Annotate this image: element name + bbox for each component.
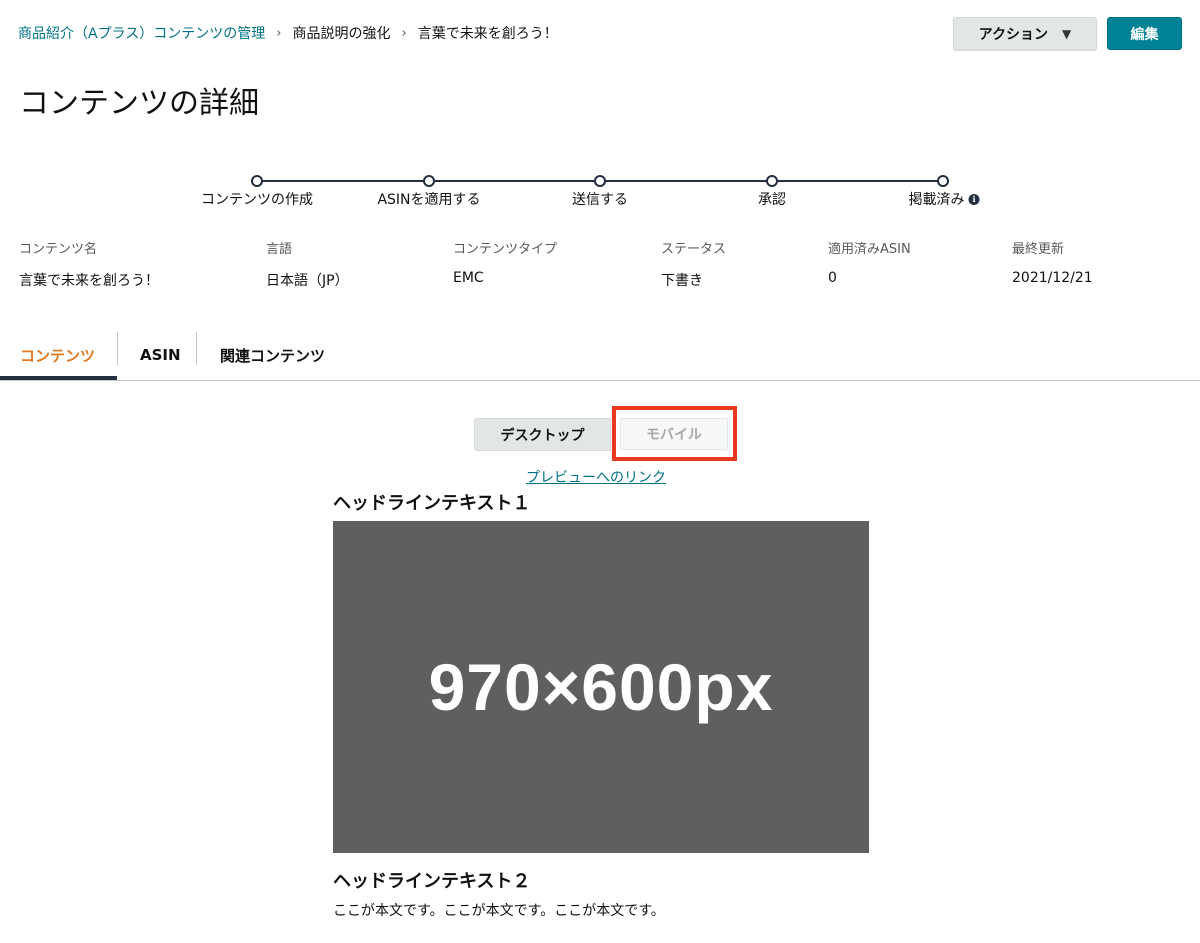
image-placeholder: 970×600px bbox=[333, 521, 869, 853]
breadcrumb: 商品紹介（Aプラス）コンテンツの管理 › 商品説明の強化 › 言葉で未来を創ろう… bbox=[18, 22, 558, 44]
desktop-view-button[interactable]: デスクトップ bbox=[474, 418, 611, 451]
step-label-published: 掲載済み i bbox=[909, 189, 980, 209]
info-icon[interactable]: i bbox=[968, 193, 980, 205]
breadcrumb-chevron-icon: › bbox=[276, 25, 282, 41]
step-dot-create bbox=[251, 175, 263, 187]
step-label-published-text: 掲載済み bbox=[908, 192, 965, 208]
meta-value-content-name: 言葉で未来を創ろう！ bbox=[19, 273, 159, 289]
step-dot-apply-asin bbox=[423, 175, 435, 187]
meta-label-last-updated: 最終更新 bbox=[1012, 242, 1065, 257]
step-label-submit: 送信する bbox=[572, 192, 628, 208]
headline-text-1: ヘッドラインテキスト１ bbox=[333, 493, 531, 514]
breadcrumb-item-enhanced-description: 商品説明の強化 bbox=[292, 26, 391, 42]
tab-asin[interactable]: ASIN bbox=[140, 332, 181, 380]
step-dot-published bbox=[937, 175, 949, 187]
image-placeholder-label: 970×600px bbox=[428, 650, 774, 724]
step-label-create: コンテンツの作成 bbox=[201, 192, 313, 208]
meta-value-language: 日本語（JP） bbox=[266, 273, 349, 289]
meta-value-applied-asin: 0 bbox=[828, 270, 837, 286]
breadcrumb-chevron-icon: › bbox=[401, 25, 407, 41]
step-dot-approve bbox=[766, 175, 778, 187]
preview-link[interactable]: プレビューへのリンク bbox=[526, 467, 666, 487]
page-title: コンテンツの詳細 bbox=[19, 86, 259, 121]
meta-label-content-type: コンテンツタイプ bbox=[453, 242, 558, 257]
meta-label-language: 言語 bbox=[266, 242, 293, 257]
tabs-border bbox=[0, 380, 1200, 381]
tab-content[interactable]: コンテンツ bbox=[20, 332, 95, 380]
breadcrumb-link-aplus-manage[interactable]: 商品紹介（Aプラス）コンテンツの管理 bbox=[18, 23, 265, 43]
body-text: ここが本文です。ここが本文です。ここが本文です。 bbox=[333, 903, 665, 919]
breadcrumb-item-current: 言葉で未来を創ろう！ bbox=[417, 26, 558, 42]
step-label-apply-asin: ASINを適用する bbox=[377, 192, 481, 208]
meta-value-content-type: EMC bbox=[453, 270, 484, 286]
meta-value-status: 下書き bbox=[661, 273, 703, 289]
meta-label-applied-asin: 適用済みASIN bbox=[828, 242, 911, 257]
meta-label-status: ステータス bbox=[661, 242, 727, 257]
highlight-annotation-box bbox=[612, 406, 737, 461]
action-dropdown-button[interactable]: アクション ▼ bbox=[953, 17, 1097, 50]
tab-related-content[interactable]: 関連コンテンツ bbox=[220, 332, 325, 380]
headline-text-2: ヘッドラインテキスト２ bbox=[333, 871, 531, 892]
tab-divider bbox=[117, 332, 118, 365]
step-dot-submit bbox=[594, 175, 606, 187]
tab-divider bbox=[196, 332, 197, 365]
edit-button[interactable]: 編集 bbox=[1107, 17, 1182, 50]
step-label-approve: 承認 bbox=[758, 192, 786, 208]
meta-value-last-updated: 2021/12/21 bbox=[1012, 270, 1093, 286]
caret-down-icon: ▼ bbox=[1062, 26, 1072, 41]
action-button-label: アクション bbox=[978, 26, 1049, 43]
meta-label-content-name: コンテンツ名 bbox=[19, 242, 98, 257]
